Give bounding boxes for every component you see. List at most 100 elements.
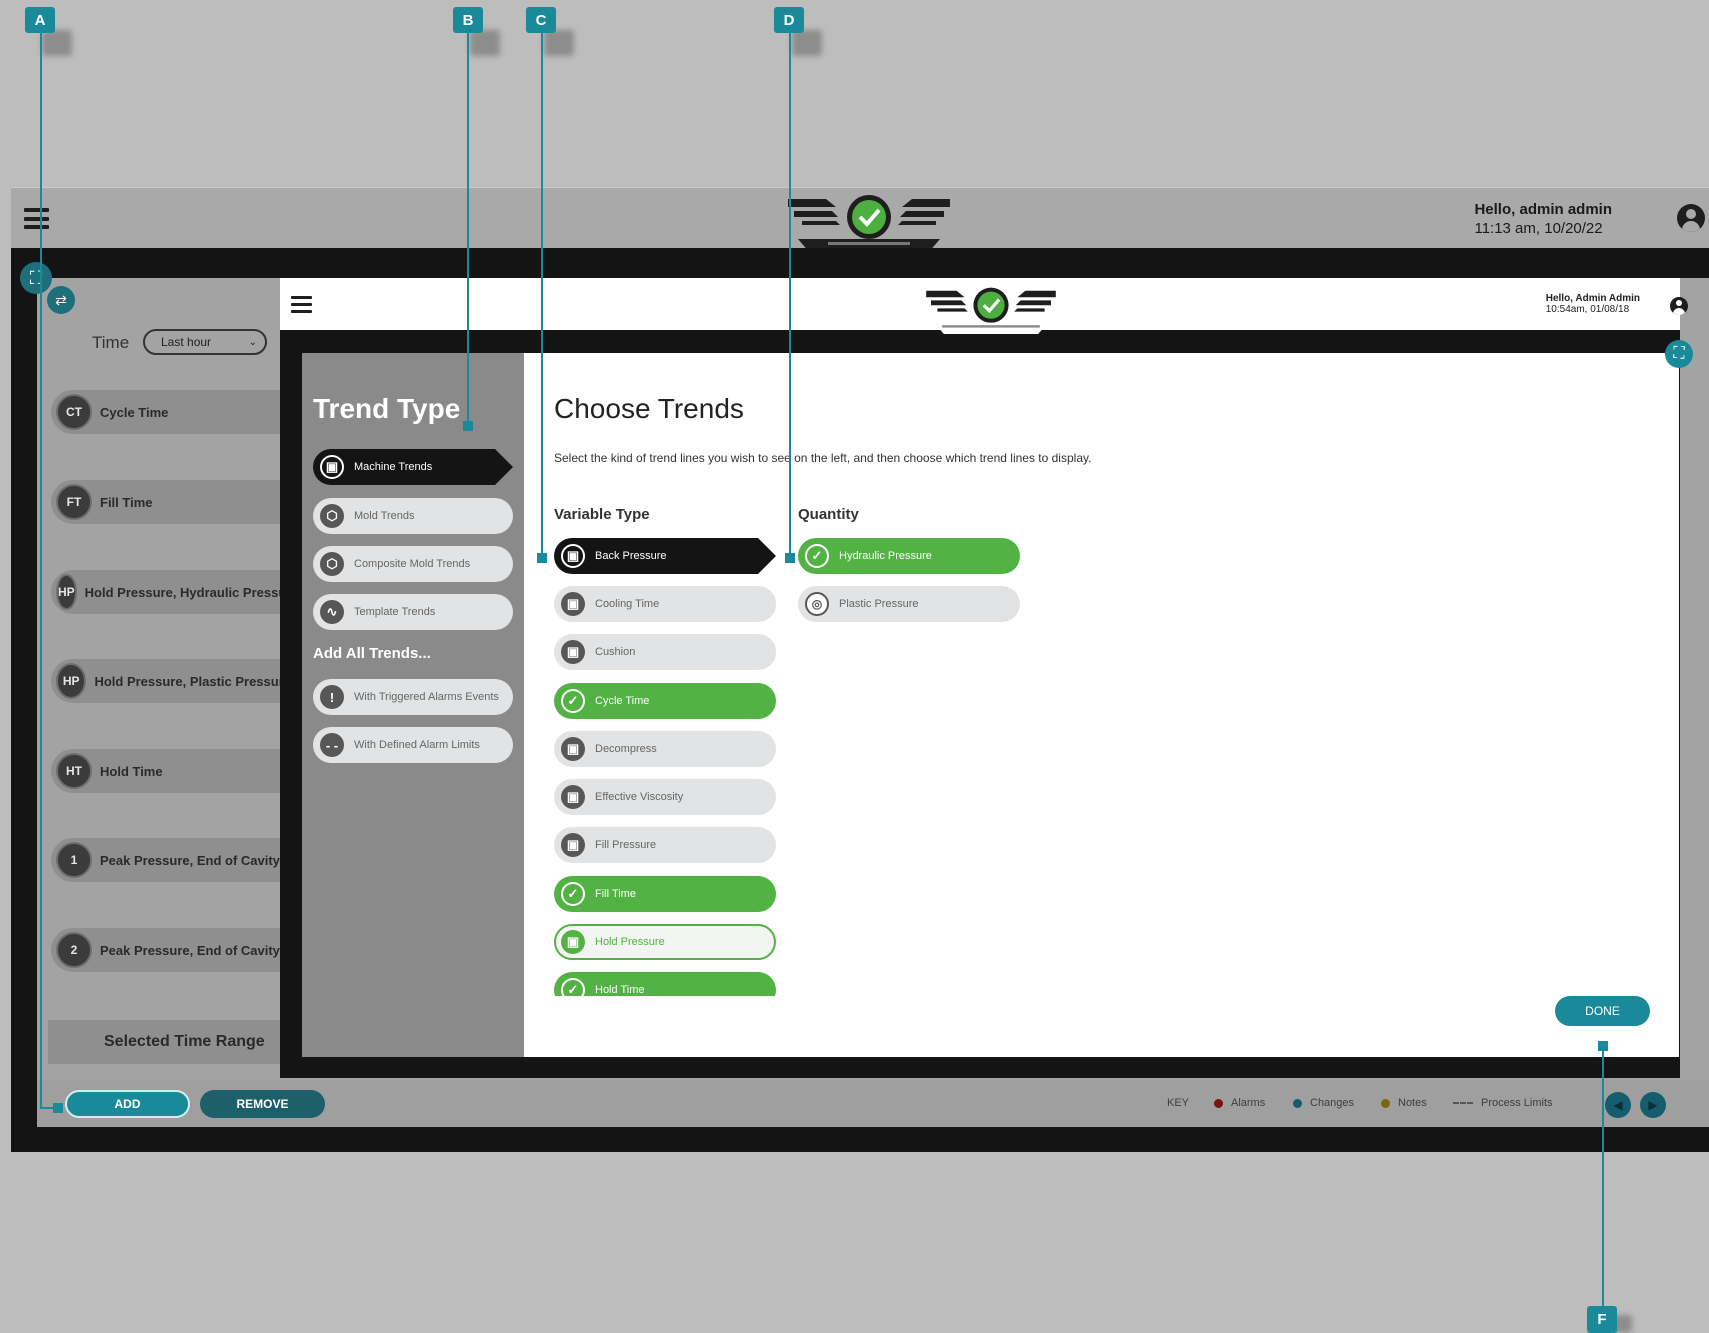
trend-type-title: Trend Type [313,393,461,424]
variable-back-pressure[interactable]: ▣ Back Pressure [554,538,776,574]
key-label: KEY [1167,1097,1190,1109]
variable-decompress[interactable]: ▣ Decompress [554,731,776,767]
variable-label: Hold Time [595,984,645,996]
callout-tag-b: B [453,7,483,33]
add-all-triggered-alarms[interactable]: ! With Triggered Alarms Events [313,679,513,715]
next-icon[interactable]: ▶ [1640,1092,1666,1118]
machine-icon: ▣ [561,592,585,616]
trend-type-label: Machine Trends [354,461,433,473]
quantity-label: Hydraulic Pressure [839,550,932,562]
machine-icon: ▣ [561,544,585,568]
badge: FT [56,484,92,520]
mold-icon: ⬡ [320,504,344,528]
variable-cycle-time[interactable]: ✓ Cycle Time [554,683,776,719]
machine-icon: ▣ [561,833,585,857]
composite-mold-icon: ⬡ [320,552,344,576]
variable-hold-pressure[interactable]: ▣ Hold Pressure [554,924,776,960]
add-all-label: With Triggered Alarms Events [354,691,499,703]
bg-list-item-label: Hold Time [100,763,163,779]
variable-label: Cycle Time [595,695,650,707]
bg-list-item-label: Peak Pressure, End of Cavity 2 [100,942,291,958]
exclamation-icon: ! [320,685,344,709]
badge: HP [56,663,87,699]
machine-icon: ▣ [561,737,585,761]
variable-type-title: Variable Type [554,506,650,523]
variable-fill-time[interactable]: ✓ Fill Time [554,876,776,912]
trend-type-machine[interactable]: ▣ Machine Trends [313,449,513,485]
change-dot-icon [1293,1098,1302,1108]
add-button[interactable]: ADD [65,1090,190,1118]
machine-icon: ▣ [561,785,585,809]
time-select[interactable]: Last hour ⌄ [143,329,267,355]
bg-list-item[interactable]: HP Hold Pressure, Hydraulic Pressure [51,570,299,614]
bg-list-item[interactable]: CT Cycle Time [51,390,291,434]
bg-list-item-label: Hold Pressure, Hydraulic Pressure [84,584,299,600]
dashed-line-icon: - - [320,733,344,757]
callout-tag-a: A [25,7,55,33]
outer-expand-icon[interactable]: ⛶ [20,262,52,294]
outer-menu-icon[interactable] [24,208,49,229]
add-all-trends-title: Add All Trends... [313,645,431,662]
variable-type-list[interactable]: ▣ Back Pressure ▣ Cooling Time ▣ Cushion ✓ C… [554,538,794,996]
callout-end-b [463,421,473,431]
callout-tag-c: C [526,7,556,33]
variable-hold-time[interactable]: ✓ Hold Time [554,972,776,996]
bg-list-item-label: Cycle Time [100,404,169,420]
key-process-limits-label: Process Limits [1481,1097,1553,1109]
modal-menu-icon[interactable] [291,296,312,313]
remove-button[interactable]: REMOVE [200,1090,325,1118]
choose-trends-description: Select the kind of trend lines you wish … [554,451,1092,465]
key-alarms-label: Alarms [1231,1097,1266,1109]
callout-end-c [537,553,547,563]
bg-list-item[interactable]: HT Hold Time [51,749,291,793]
bg-list-item[interactable]: FT Fill Time [51,480,291,524]
add-all-label: With Defined Alarm Limits [354,739,480,751]
bg-list-item[interactable]: HP Hold Pressure, Plastic Pressure [51,659,291,703]
bg-list-item[interactable]: 1 Peak Pressure, End of Cavity 1 [51,838,291,882]
variable-label: Effective Viscosity [595,791,684,803]
callout-tag-f: F [1587,1306,1617,1333]
key-process-limits: Process Limits [1453,1097,1553,1109]
modal-expand-icon[interactable]: ⛶ [1665,340,1693,368]
variable-cooling-time[interactable]: ▣ Cooling Time [554,586,776,622]
outer-datetime: 11:13 am, 10/20/22 [1474,220,1603,237]
key-changes-label: Changes [1310,1097,1355,1109]
previous-icon[interactable]: ◀ [1605,1092,1631,1118]
trend-type-composite-mold[interactable]: ⬡ Composite Mold Trends [313,546,513,582]
bg-list-item-label: Fill Time [100,494,153,510]
bg-list-item-label: Peak Pressure, End of Cavity 1 [100,852,291,868]
modal-logo-icon [926,287,1056,334]
check-icon: ✓ [561,689,585,713]
note-dot-icon [1381,1098,1390,1108]
bg-list-item[interactable]: 2 Peak Pressure, End of Cavity 2 [51,928,291,972]
modal-greeting-text: Hello, Admin Admin [1545,293,1640,304]
variable-label: Hold Pressure [595,936,665,948]
swap-icon[interactable]: ⇄ [47,286,75,314]
machine-icon: ▣ [561,930,585,954]
callout-line-d [789,33,791,556]
quantity-plastic-pressure[interactable]: ◎ Plastic Pressure [798,586,1020,622]
callout-line-c [541,33,543,556]
outer-user-icon[interactable] [1677,204,1705,232]
callout-line-f [1602,1046,1604,1308]
modal-user-icon[interactable] [1670,297,1688,315]
check-icon: ✓ [561,882,585,906]
variable-label: Fill Pressure [595,839,657,851]
variable-cushion[interactable]: ▣ Cushion [554,634,776,670]
variable-effective-viscosity[interactable]: ▣ Effective Viscosity [554,779,776,815]
selected-time-range-label: Selected Time Range [104,1033,265,1050]
quantity-hydraulic-pressure[interactable]: ✓ Hydraulic Pressure [798,538,1020,574]
chevron-down-icon: ⌄ [248,336,257,348]
done-button[interactable]: DONE [1555,996,1650,1026]
trend-type-mold[interactable]: ⬡ Mold Trends [313,498,513,534]
badge: HP [56,574,77,610]
key-changes: Changes [1293,1097,1354,1109]
key-notes-label: Notes [1398,1097,1427,1109]
template-icon: ∿ [320,600,344,624]
trend-type-template[interactable]: ∿ Template Trends [313,594,513,630]
outer-greeting-text: Hello, admin admin [1474,201,1612,218]
add-all-defined-alarm-limits[interactable]: - - With Defined Alarm Limits [313,727,513,763]
variable-label: Cushion [595,646,636,658]
variable-fill-pressure[interactable]: ▣ Fill Pressure [554,827,776,863]
callout-end-d [785,553,795,563]
